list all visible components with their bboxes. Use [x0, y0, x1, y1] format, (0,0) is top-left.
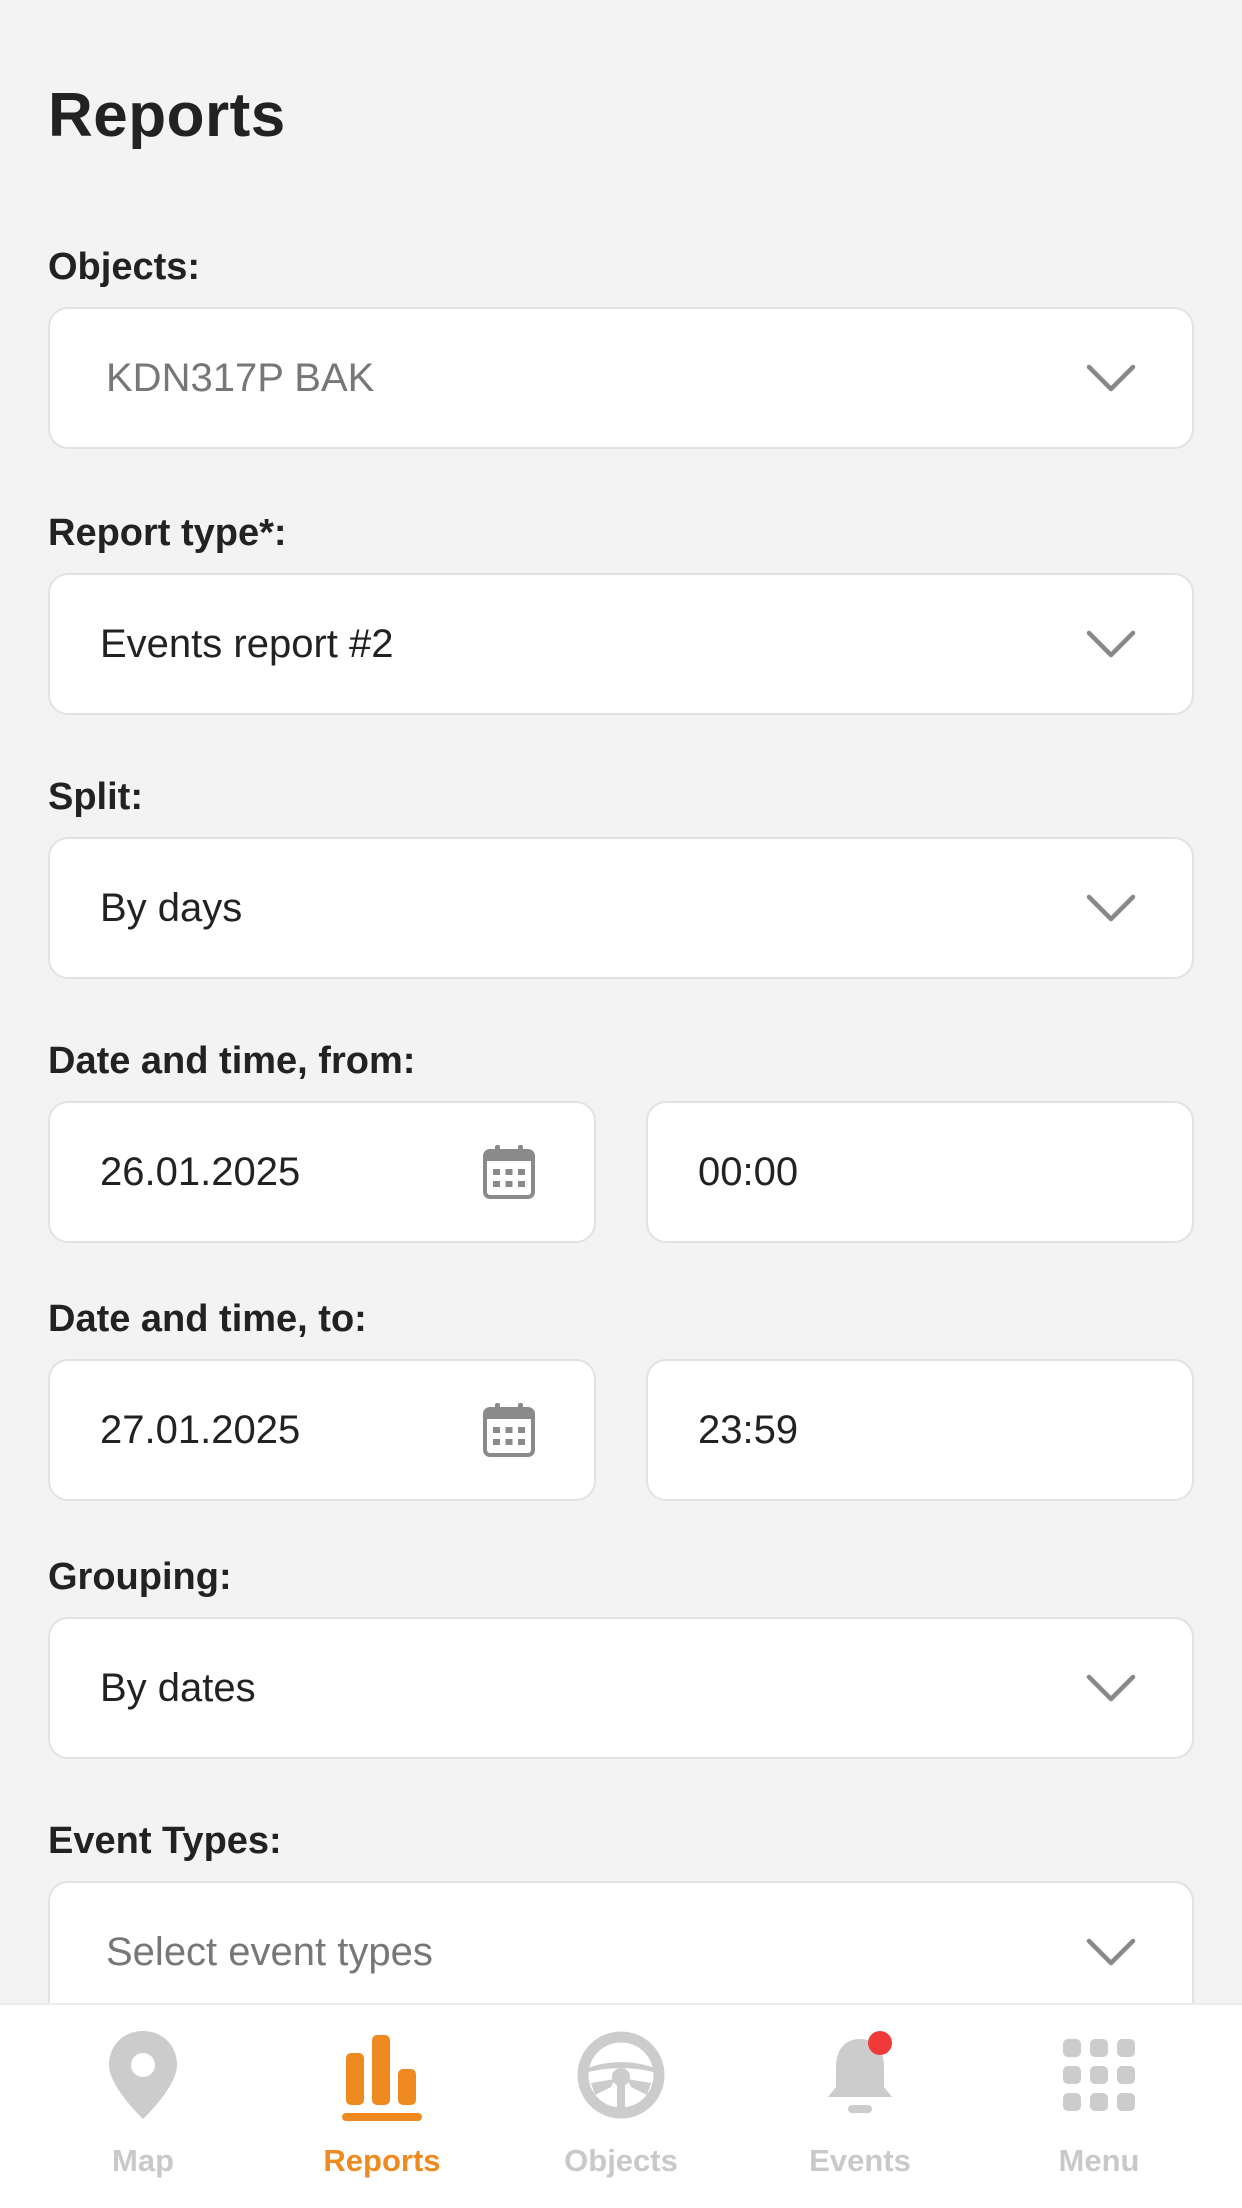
event-types-label: Event Types: [48, 1820, 282, 1862]
date-to-value: 27.01.2025 [100, 1407, 301, 1452]
split-value: By days [100, 885, 243, 930]
report-type-label: Report type*: [48, 512, 287, 554]
nav-item-map[interactable]: Map [23, 2005, 263, 2208]
steering-wheel-icon [577, 2031, 665, 2119]
bar-chart-icon [342, 2035, 422, 2121]
grid-icon [1063, 2039, 1135, 2111]
event-types-select[interactable]: Select event types [48, 1881, 1194, 2023]
nav-label: Map [112, 2143, 174, 2178]
nav-item-objects[interactable]: Objects [501, 2005, 741, 2208]
split-select[interactable]: By days [48, 837, 1194, 979]
date-from-input[interactable]: 26.01.2025 [48, 1101, 596, 1243]
chevron-down-icon [1086, 1674, 1136, 1702]
bell-icon [828, 2031, 892, 2113]
nav-label: Reports [323, 2143, 441, 2178]
date-to-label: Date and time, to: [48, 1298, 367, 1340]
time-from-value: 00:00 [698, 1149, 799, 1194]
grouping-value: By dates [100, 1665, 256, 1710]
nav-item-reports[interactable]: Reports [262, 2005, 502, 2208]
grouping-label: Grouping: [48, 1556, 232, 1598]
nav-label: Events [809, 2143, 911, 2178]
reports-screen: Reports Objects: KDN317P BAK Report type… [0, 0, 1242, 2208]
report-type-select[interactable]: Events report #2 [48, 573, 1194, 715]
chevron-down-icon [1086, 1938, 1136, 1966]
notification-badge [868, 2031, 892, 2055]
chevron-down-icon [1086, 364, 1136, 392]
calendar-icon[interactable] [482, 1401, 536, 1459]
nav-item-menu[interactable]: Menu [979, 2005, 1219, 2208]
nav-label: Objects [564, 2143, 678, 2178]
page-title: Reports [48, 81, 286, 150]
nav-item-events[interactable]: Events [740, 2005, 980, 2208]
time-to-value: 23:59 [698, 1407, 799, 1452]
chevron-down-icon [1086, 894, 1136, 922]
map-pin-icon [109, 2031, 177, 2119]
objects-select[interactable]: KDN317P BAK [48, 307, 1194, 449]
bottom-nav: Map Reports Objects Events Menu [0, 2003, 1242, 2208]
date-from-value: 26.01.2025 [100, 1149, 301, 1194]
chevron-down-icon [1086, 630, 1136, 658]
nav-label: Menu [1058, 2143, 1140, 2178]
grouping-select[interactable]: By dates [48, 1617, 1194, 1759]
report-type-value: Events report #2 [100, 621, 394, 666]
calendar-icon[interactable] [482, 1143, 536, 1201]
time-from-input[interactable]: 00:00 [646, 1101, 1194, 1243]
time-to-input[interactable]: 23:59 [646, 1359, 1194, 1501]
date-to-input[interactable]: 27.01.2025 [48, 1359, 596, 1501]
objects-label: Objects: [48, 246, 201, 288]
date-from-label: Date and time, from: [48, 1040, 416, 1082]
objects-value: KDN317P BAK [106, 355, 375, 400]
split-label: Split: [48, 776, 143, 818]
event-types-placeholder: Select event types [106, 1929, 433, 1974]
